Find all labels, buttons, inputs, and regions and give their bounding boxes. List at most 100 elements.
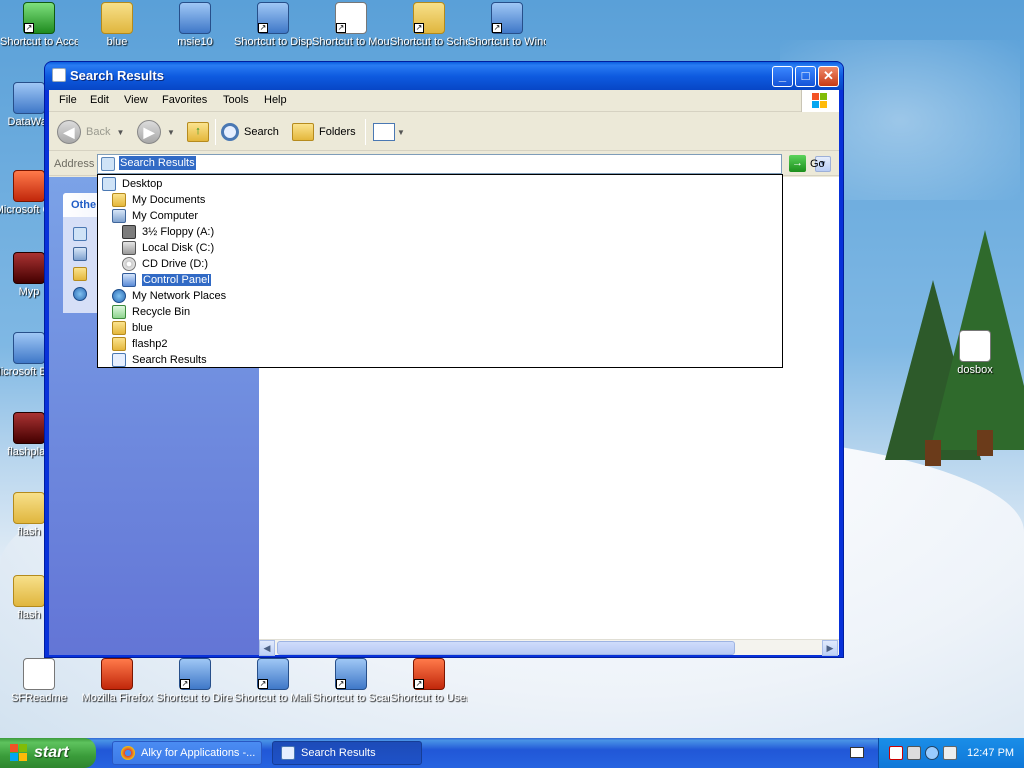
scroll-thumb[interactable] [277, 641, 735, 655]
back-arrow-icon: ◀ [57, 120, 81, 144]
taskbar-button-alky[interactable]: Alky for Applications -... [112, 741, 262, 765]
address-dropdown-item[interactable]: CD Drive (D:) [122, 256, 208, 272]
window-titlebar[interactable]: Search Results _ □ ✕ [45, 62, 843, 90]
desktop-icon[interactable]: Mozilla Firefox [78, 658, 156, 705]
desktop-item-icon [101, 2, 133, 34]
network-places-link-icon[interactable] [73, 287, 87, 301]
address-dropdown-item[interactable]: blue [112, 320, 153, 336]
address-dropdown-item[interactable]: 3½ Floppy (A:) [122, 224, 214, 240]
desktop-icon[interactable]: ↗ Shortcut to Window [468, 2, 546, 49]
shortcut-arrow-icon: ↗ [24, 23, 34, 33]
desktop-icon[interactable]: ↗ Shortcut to Schedul [390, 2, 468, 49]
forward-button[interactable]: ▶ ▼ [137, 118, 175, 146]
clock[interactable]: 12:47 PM [967, 747, 1014, 759]
recycle-icon [112, 305, 126, 319]
my-documents-link-icon[interactable] [73, 267, 87, 281]
safely-remove-icon[interactable] [907, 746, 921, 760]
address-dropdown-item[interactable]: Search Results [112, 352, 207, 368]
scroll-left-button[interactable]: ◀ [259, 640, 275, 656]
desktop-item-icon [13, 170, 45, 202]
address-dropdown-item[interactable]: Control Panel [122, 272, 211, 288]
address-dropdown-item[interactable]: Desktop [102, 176, 162, 192]
menu-favorites[interactable]: Favorites [162, 94, 207, 106]
desktop-item-icon [13, 575, 45, 607]
address-dropdown-item[interactable]: Local Disk (C:) [122, 240, 214, 256]
keyboard-icon[interactable] [850, 747, 864, 758]
scroll-right-button[interactable]: ▶ [822, 640, 838, 656]
address-dropdown-item[interactable]: My Documents [112, 192, 205, 208]
menu-file[interactable]: File [59, 94, 77, 106]
desktop-icon[interactable]: ↗ Shortcut to Display [234, 2, 312, 49]
computer-icon [112, 209, 126, 223]
desktop-item-icon [13, 412, 45, 444]
maximize-button[interactable]: □ [795, 66, 816, 87]
desktop-icon-label: SFReadme [11, 692, 67, 704]
menu-view[interactable]: View [124, 94, 148, 106]
desktop-icon[interactable]: dosbox [936, 330, 1014, 377]
address-dropdown-item-label: My Network Places [132, 290, 227, 302]
desktop-icon[interactable]: SFReadme [0, 658, 78, 705]
menu-edit[interactable]: Edit [90, 94, 109, 106]
my-computer-link-icon[interactable] [73, 247, 87, 261]
desktop-icon-label: dosbox [957, 364, 993, 376]
toolbar-separator [215, 119, 216, 145]
cd-icon [122, 257, 136, 271]
address-dropdown-item[interactable]: My Computer [112, 208, 198, 224]
desktop-icon-label: Shortcut to Malicious R... [234, 692, 312, 704]
window-title: Search Results [70, 68, 164, 83]
desktop-icon-label: blue [106, 36, 128, 48]
desktop-item-icon [13, 82, 45, 114]
shortcut-arrow-icon: ↗ [180, 679, 190, 689]
back-button[interactable]: ◀ Back ▼ [57, 118, 124, 146]
desktop-icon[interactable]: ↗ Shortcut to Mouse [312, 2, 390, 49]
horizontal-scrollbar[interactable]: ◀ ▶ [259, 639, 839, 656]
address-field[interactable]: Search Results ▼ [97, 154, 831, 174]
address-dropdown-item-label: CD Drive (D:) [142, 258, 208, 270]
desktop-icon[interactable]: ↗ Shortcut to User Accounts [390, 658, 468, 705]
desktop-icon[interactable]: ↗ Shortcut to Scanners a... [312, 658, 390, 705]
desktop-icon[interactable]: blue [78, 2, 156, 49]
address-dropdown-item[interactable]: flashp2 [112, 336, 167, 352]
desktop-item-icon [13, 252, 45, 284]
desktop-icon[interactable]: ↗ Shortcut to DirectX ... [156, 658, 234, 705]
address-dropdown-item[interactable]: My Network Places [112, 288, 226, 304]
volume-icon[interactable] [943, 746, 957, 760]
forward-dropdown-icon[interactable]: ▼ [167, 128, 175, 137]
security-icon[interactable] [925, 746, 939, 760]
address-dropdown-list: Desktop My Documents My Computer 3½ Floppy … [97, 174, 783, 368]
close-button[interactable]: ✕ [818, 66, 839, 87]
address-dropdown-item-label: 3½ Floppy (A:) [142, 226, 215, 238]
address-dropdown-item[interactable]: Recycle Bin [112, 304, 190, 320]
menu-help[interactable]: Help [264, 94, 287, 106]
desktop-icon-label: Mozilla Firefox [81, 692, 153, 704]
address-value[interactable]: Search Results [119, 156, 196, 170]
desktop-link-icon[interactable] [73, 227, 87, 241]
menu-tools[interactable]: Tools [223, 94, 249, 106]
taskbar-button-search-results[interactable]: Search Results [272, 741, 422, 765]
back-dropdown-icon[interactable]: ▼ [116, 128, 124, 137]
shortcut-arrow-icon: ↗ [258, 23, 268, 33]
shortcut-arrow-icon: ↗ [336, 679, 346, 689]
desktop-icon[interactable]: ↗ Shortcut to Accessibil [0, 2, 78, 49]
address-dropdown-item-label: blue [132, 322, 153, 334]
go-button[interactable]: → Go [789, 155, 825, 172]
minimize-button[interactable]: _ [772, 66, 793, 87]
search-icon [221, 123, 239, 141]
tree-trunk-right [977, 430, 993, 456]
network-disconnected-icon[interactable] [889, 746, 903, 760]
search-window-icon [281, 746, 295, 760]
start-button[interactable]: start [0, 738, 96, 768]
address-dropdown-item-label: Search Results [132, 354, 207, 366]
address-dropdown-item-label: Desktop [122, 178, 163, 190]
desktop-item-icon: ↗ [23, 2, 55, 34]
desktop-icon[interactable]: msie10 [156, 2, 234, 49]
floppy-icon [122, 225, 136, 239]
desktop-item-icon: ↗ [491, 2, 523, 34]
views-button[interactable]: ▼ [373, 118, 405, 146]
desktop-icon[interactable]: ↗ Shortcut to Malicious R... [234, 658, 312, 705]
shortcut-arrow-icon: ↗ [336, 23, 346, 33]
folders-button[interactable]: Folders [292, 118, 356, 146]
search-button[interactable]: Search [221, 118, 279, 146]
up-folder-button[interactable]: ↑ [187, 118, 209, 146]
views-dropdown-icon[interactable]: ▼ [397, 128, 405, 137]
